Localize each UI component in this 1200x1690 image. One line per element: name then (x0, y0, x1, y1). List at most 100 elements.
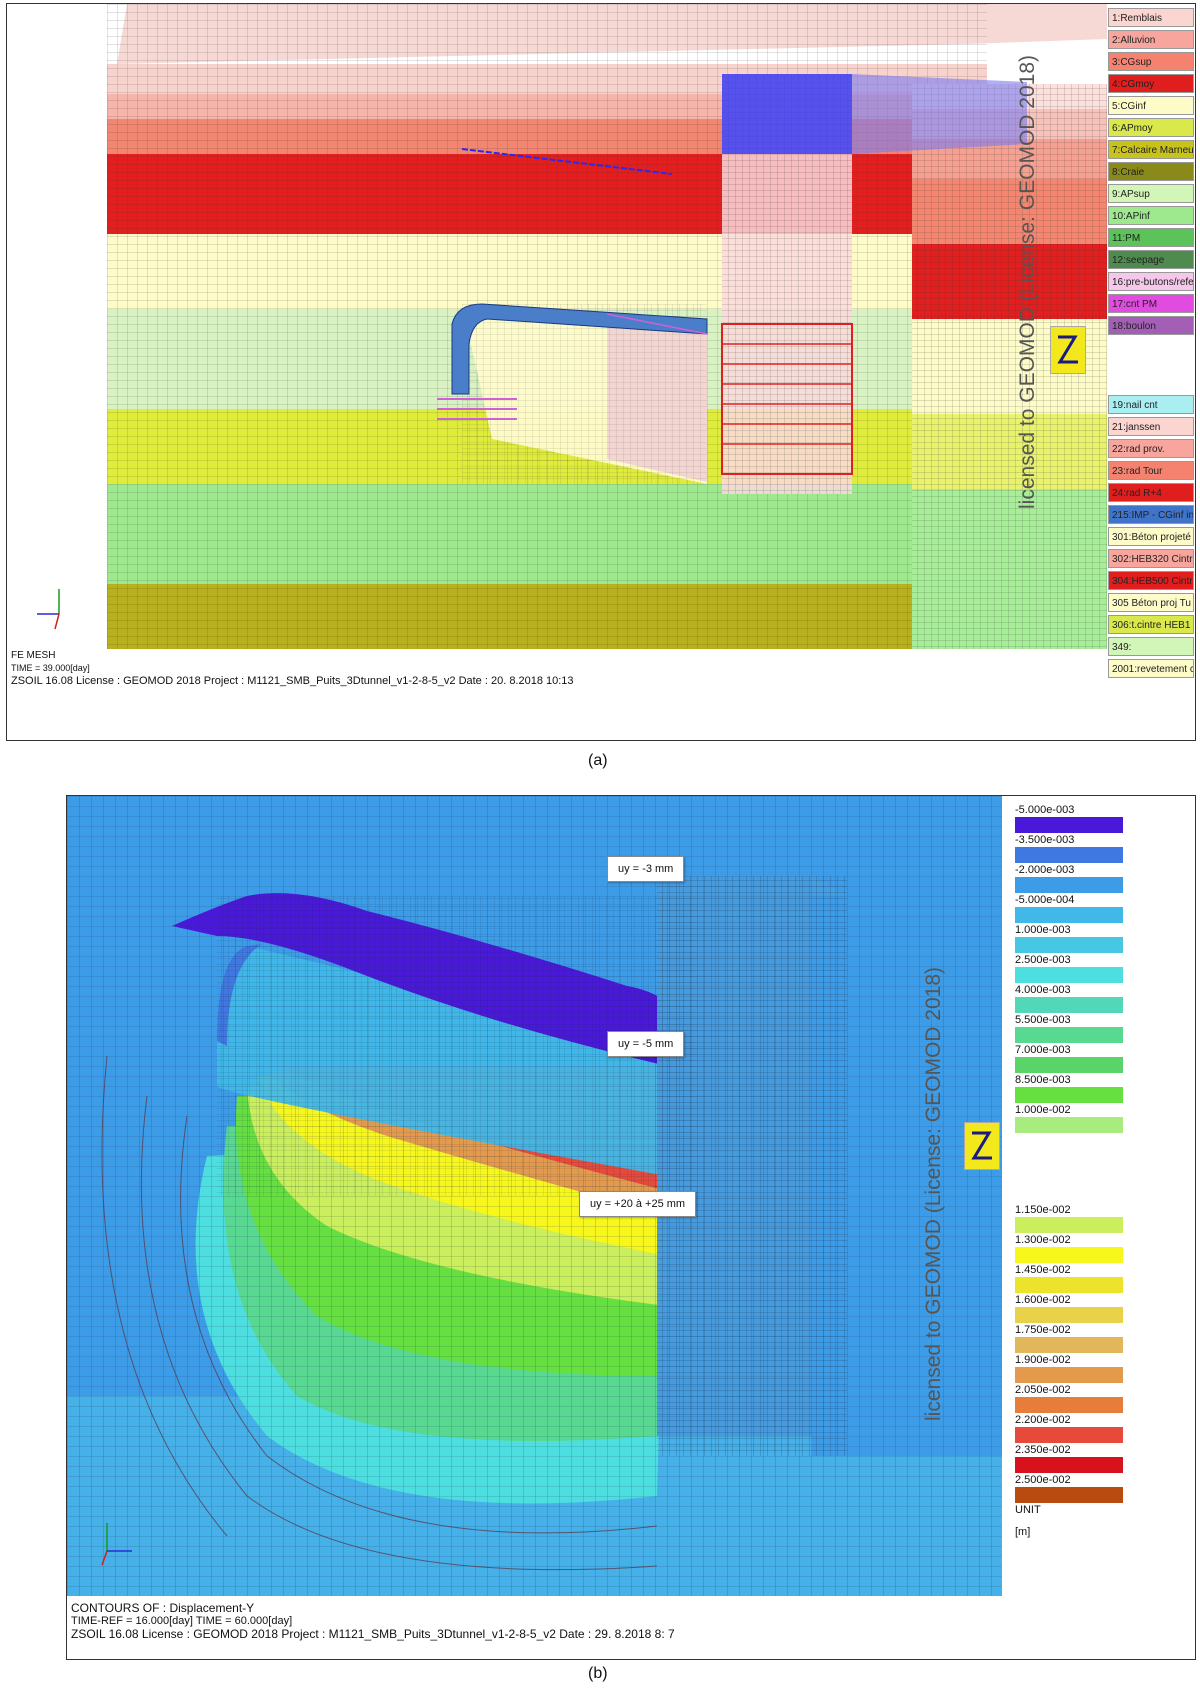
colorbar-swatch (1015, 1487, 1123, 1503)
legend-item: 5:CGinf (1108, 96, 1194, 115)
colorbar-entry: 1.000e-003 (1015, 924, 1125, 953)
colorbar-label: 1.750e-002 (1015, 1324, 1071, 1336)
colorbar-entry: 1.750e-002 (1015, 1324, 1125, 1353)
contour-drawing (67, 796, 1002, 1596)
mesh-drawing (7, 4, 1107, 696)
colorbar-entry: 1.150e-002 (1015, 1204, 1125, 1233)
colorbar-label: 5.500e-003 (1015, 1014, 1071, 1026)
colorbar-swatch (1015, 1057, 1123, 1073)
colorbar-label: 2.050e-002 (1015, 1384, 1071, 1396)
footer-info-b: ZSOIL 16.08 License : GEOMOD 2018 Projec… (71, 1627, 675, 1641)
unit-title: UNIT (1015, 1504, 1041, 1516)
colorbar-swatch (1015, 1087, 1123, 1103)
colorbar-label: 1.000e-002 (1015, 1104, 1071, 1116)
colorbar-label: -5.000e-003 (1015, 804, 1075, 816)
colorbar-swatch (1015, 967, 1123, 983)
colorbar-entry: 8.500e-003 (1015, 1074, 1125, 1103)
legend-item: 3:CGsup (1108, 52, 1194, 71)
colorbar-swatch (1015, 1397, 1123, 1413)
legend-item: 304:HEB500 Cintr (1108, 571, 1194, 590)
colorbar-entry: -5.000e-004 (1015, 894, 1125, 923)
colorbar-entry: -5.000e-003 (1015, 804, 1125, 833)
colorbar-entry: 5.500e-003 (1015, 1014, 1125, 1043)
colorbar-swatch (1015, 1217, 1123, 1233)
legend-item: 349: (1108, 637, 1194, 656)
colorbar-entry: 2.500e-002 (1015, 1474, 1125, 1503)
caption-a: (a) (588, 752, 608, 769)
colorbar-entry: 1.000e-002 (1015, 1104, 1125, 1133)
colorbar-label: 1.450e-002 (1015, 1264, 1071, 1276)
fe-mesh-panel: 1:Remblais 2:Alluvion 3:CGsup 4:CGmoy 5:CGin… (6, 3, 1196, 741)
colorbar-swatch (1015, 907, 1123, 923)
legend-item: 302:HEB320 Cintr (1108, 549, 1194, 568)
legend-item: 8:Craie (1108, 162, 1194, 181)
colorbar-swatch (1015, 1427, 1123, 1443)
colorbar-label: 1.150e-002 (1015, 1204, 1071, 1216)
tunnel (437, 303, 708, 484)
colorbar-label: 7.000e-003 (1015, 1044, 1071, 1056)
colorbar-label: 1.000e-003 (1015, 924, 1071, 936)
colorbar-swatch (1015, 817, 1123, 833)
colorbar-entry: 2.350e-002 (1015, 1444, 1125, 1473)
colorbar-label: -2.000e-003 (1015, 864, 1075, 876)
legend-item: 215:IMP - CGinf in (1108, 505, 1194, 524)
colorbar-label: 4.000e-003 (1015, 984, 1071, 996)
legend-item: 9:APsup (1108, 184, 1194, 203)
colorbar-swatch (1015, 1457, 1123, 1473)
colorbar-entry: 7.000e-003 (1015, 1044, 1125, 1073)
colorbar-label: 2.500e-002 (1015, 1474, 1071, 1486)
colorbar-swatch (1015, 1277, 1123, 1293)
footer-title-b: CONTOURS OF : Displacement-Y (71, 1601, 255, 1615)
legend-item: 1:Remblais (1108, 8, 1194, 27)
callout-uy-top: uy = -3 mm (607, 856, 685, 882)
legend-item: 6:APmoy (1108, 118, 1194, 137)
license-watermark-a: licensed to GEOMOD (License: GEOMOD 2018… (1016, 55, 1039, 509)
footer-info-a: ZSOIL 16.08 License : GEOMOD 2018 Projec… (11, 675, 574, 687)
colorbar-entry: -2.000e-003 (1015, 864, 1125, 893)
colorbar-entry: 4.000e-003 (1015, 984, 1125, 1013)
colorbar-swatch (1015, 937, 1123, 953)
footer-title-a: FE MESH (11, 650, 56, 661)
mesh-viewport[interactable] (7, 4, 1107, 696)
contour-viewport[interactable] (67, 796, 1002, 1596)
footer-a: FE MESH TIME = 39.000[day] ZSOIL 16.08 L… (11, 649, 574, 688)
legend-item: 21:janssen (1108, 417, 1194, 436)
colorbar-swatch (1015, 1307, 1123, 1323)
legend-item: 23:rad Tour (1108, 461, 1194, 480)
colorbar-label: -3.500e-003 (1015, 834, 1075, 846)
legend-item: 2:Alluvion (1108, 30, 1194, 49)
colorbar-label: 8.500e-003 (1015, 1074, 1071, 1086)
colorbar-entry: 2.050e-002 (1015, 1384, 1125, 1413)
legend-item: 4:CGmoy (1108, 74, 1194, 93)
legend-item: 19:nail cnt (1108, 395, 1194, 414)
displacement-contours-panel: uy = -3 mm uy = -5 mm uy = +20 à +25 mm … (66, 795, 1196, 1660)
colorbar-entry: 1.900e-002 (1015, 1354, 1125, 1383)
colorbar-label: 1.600e-002 (1015, 1294, 1071, 1306)
colorbar-label: 2.500e-003 (1015, 954, 1071, 966)
callout-uy-mid: uy = -5 mm (607, 1031, 685, 1057)
colorbar-label: 2.200e-002 (1015, 1414, 1071, 1426)
footer-b: CONTOURS OF : Displacement-Y TIME-REF = … (71, 1602, 675, 1641)
legend-item: 16:pre-butons/refe (1108, 272, 1194, 291)
legend-item: 306:t.cintre HEB1 (1108, 615, 1194, 634)
caption-b: (b) (588, 1665, 608, 1682)
colorbar-swatch (1015, 877, 1123, 893)
legend-item: 10:APinf (1108, 206, 1194, 225)
material-legend: 1:Remblais 2:Alluvion 3:CGsup 4:CGmoy 5:CGin… (1108, 8, 1194, 681)
colorbar-label: 1.300e-002 (1015, 1234, 1071, 1246)
legend-item: 11:PM (1108, 228, 1194, 247)
colorbar-entry: 2.500e-003 (1015, 954, 1125, 983)
legend-item: 12:seepage (1108, 250, 1194, 269)
zsoil-logo-a (1050, 326, 1086, 374)
colorbar-label: 2.350e-002 (1015, 1444, 1071, 1456)
colorbar-swatch (1015, 1337, 1123, 1353)
colorbar-label: 1.900e-002 (1015, 1354, 1071, 1366)
colorbar-entry: -3.500e-003 (1015, 834, 1125, 863)
callout-uy-low: uy = +20 à +25 mm (579, 1191, 697, 1217)
footer-time-a: TIME = 39.000[day] (11, 663, 90, 673)
colorbar-entry: 2.200e-002 (1015, 1414, 1125, 1443)
legend-item: 7:Calcaire Marneu (1108, 140, 1194, 159)
legend-item: 22:rad prov. (1108, 439, 1194, 458)
zsoil-logo-icon (971, 1131, 992, 1160)
legend-item: 2001:revetement c (1108, 659, 1194, 678)
